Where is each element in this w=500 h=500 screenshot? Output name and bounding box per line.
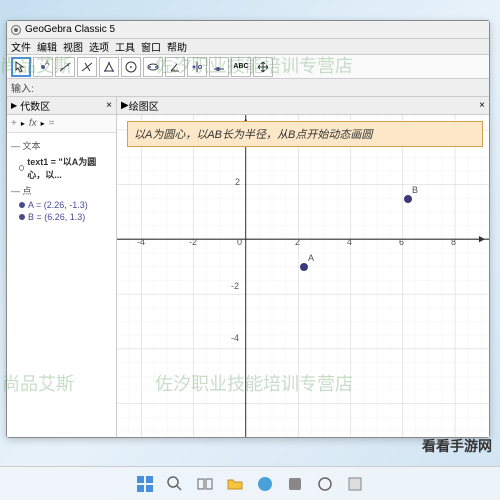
algebra-title: 代数区: [20, 98, 50, 113]
tool-slider[interactable]: [209, 57, 229, 77]
start-button[interactable]: [133, 472, 157, 496]
axis-y-2: 2: [235, 177, 240, 187]
search-icon[interactable]: [163, 472, 187, 496]
window-title: GeoGebra Classic 5: [25, 24, 115, 35]
axis-x-neg4: -4: [137, 237, 145, 247]
algebra-text1[interactable]: text1 = "以A为圆心，以...: [19, 154, 112, 182]
graph-header[interactable]: ▶ 绘图区 ×: [117, 97, 489, 115]
tool-circle[interactable]: [121, 57, 141, 77]
point-b-label: B: [412, 185, 418, 195]
menu-edit[interactable]: 编辑: [37, 39, 57, 54]
algebra-close[interactable]: ×: [106, 100, 112, 111]
graph-area[interactable]: 以A为圆心，以AB长为半径，从B点开始动态画圆 -4 -2 0 2 4 6 8 …: [117, 115, 489, 437]
toolbar: A ABC: [7, 55, 489, 79]
algebra-content: — 文本 text1 = "以A为圆心，以... — 点 A = (2.26, …: [7, 133, 116, 437]
app-icon-2[interactable]: [313, 472, 337, 496]
collapse-icon[interactable]: ▶: [11, 101, 17, 110]
tool-polygon[interactable]: [99, 57, 119, 77]
svg-text:A: A: [45, 61, 49, 67]
axis-y-neg4: -4: [231, 333, 239, 343]
fx-label: fx: [29, 118, 37, 129]
tool-perpendicular[interactable]: [77, 57, 97, 77]
graph-close[interactable]: ×: [479, 100, 485, 111]
app-icon-3[interactable]: [343, 472, 367, 496]
tool-point[interactable]: A: [33, 57, 53, 77]
app-icon: [11, 25, 21, 35]
instruction-banner: 以A为圆心，以AB长为半径，从B点开始动态画圆: [127, 121, 483, 147]
fx-plus[interactable]: +: [11, 118, 17, 129]
algebra-header[interactable]: ▶ 代数区 ×: [7, 97, 116, 115]
menu-tools[interactable]: 工具: [115, 39, 135, 54]
tool-move[interactable]: [11, 57, 31, 77]
algebra-point-a[interactable]: A = (2.26, -1.3): [19, 199, 112, 211]
taskview-icon[interactable]: [193, 472, 217, 496]
grid: [117, 115, 489, 437]
explorer-icon[interactable]: [223, 472, 247, 496]
titlebar[interactable]: GeoGebra Classic 5: [7, 21, 489, 39]
app-icon-1[interactable]: [283, 472, 307, 496]
point-a-label: A: [308, 253, 314, 263]
graph-panel: ▶ 绘图区 ×: [117, 97, 489, 437]
visibility-toggle-icon[interactable]: [19, 165, 24, 171]
menu-window[interactable]: 窗口: [141, 39, 161, 54]
point-a[interactable]: [300, 263, 308, 271]
tool-ellipse[interactable]: [143, 57, 163, 77]
app-window: GeoGebra Classic 5 文件 编辑 视图 选项 工具 窗口 帮助 …: [6, 20, 490, 438]
tool-move-view[interactable]: [253, 57, 273, 77]
desktop: 尚品艾斯 佐汐职业技能培训专营店 尚品艾斯 佐汐职业技能培训专营店 GeoGeb…: [0, 0, 500, 500]
algebra-section-point[interactable]: — 点: [11, 184, 112, 197]
axis-x-2: 2: [295, 237, 300, 247]
axis-x-neg2: -2: [189, 237, 197, 247]
collapse-icon[interactable]: ▶: [121, 100, 129, 111]
fx-arrow[interactable]: ▸: [21, 119, 25, 128]
graph-title: 绘图区: [129, 98, 159, 113]
input-label: 输入:: [11, 80, 34, 95]
visibility-toggle-icon[interactable]: [19, 214, 25, 220]
point-b[interactable]: [404, 195, 412, 203]
menu-file[interactable]: 文件: [11, 39, 31, 54]
axis-x-4: 4: [347, 237, 352, 247]
menu-options[interactable]: 选项: [89, 39, 109, 54]
edge-icon[interactable]: [253, 472, 277, 496]
tool-reflect[interactable]: [187, 57, 207, 77]
algebra-panel: ▶ 代数区 × + ▸ fx ▸ = — 文本 text1 = "以A为圆心，以…: [7, 97, 117, 437]
visibility-toggle-icon[interactable]: [19, 202, 25, 208]
menubar: 文件 编辑 视图 选项 工具 窗口 帮助: [7, 39, 489, 55]
fx-eq: =: [49, 118, 55, 129]
footer-credit: 看看手游网: [422, 436, 492, 456]
tool-angle[interactable]: [165, 57, 185, 77]
axis-x-6: 6: [399, 237, 404, 247]
axis-x-8: 8: [451, 237, 456, 247]
algebra-section-text[interactable]: — 文本: [11, 139, 112, 152]
fx-arrow2[interactable]: ▸: [41, 119, 45, 128]
main-area: ▶ 代数区 × + ▸ fx ▸ = — 文本 text1 = "以A为圆心，以…: [7, 97, 489, 437]
menu-view[interactable]: 视图: [63, 39, 83, 54]
axis-origin: 0: [237, 237, 242, 247]
menu-help[interactable]: 帮助: [167, 39, 187, 54]
axis-y-neg2: -2: [231, 281, 239, 291]
input-row[interactable]: 输入:: [7, 79, 489, 97]
tool-line[interactable]: [55, 57, 75, 77]
fx-row[interactable]: + ▸ fx ▸ =: [7, 115, 116, 133]
algebra-point-b[interactable]: B = (6.26, 1.3): [19, 211, 112, 223]
taskbar[interactable]: [0, 466, 500, 500]
tool-text[interactable]: ABC: [231, 57, 251, 77]
